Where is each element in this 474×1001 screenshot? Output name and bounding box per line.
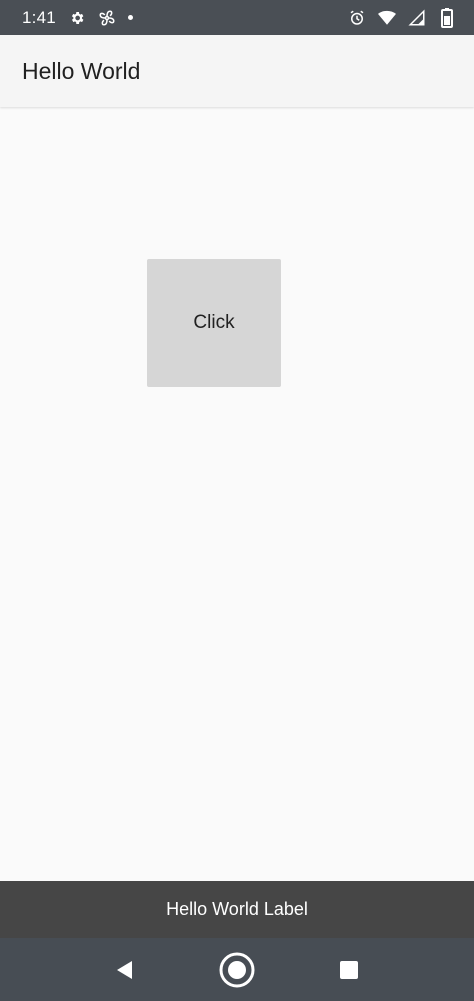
click-button-label: Click [193,312,235,333]
app-screen: 1:41 Hello World Click Hello World Label [0,0,474,1001]
wifi-icon [378,9,396,27]
page-title: Hello World [22,57,141,84]
notification-dot-icon [127,15,133,20]
back-icon [117,960,132,979]
app-bar: Hello World [0,35,474,107]
battery-icon [438,7,456,28]
status-bar-left: 1:41 [22,8,133,28]
hello-world-label: Hello World Label [166,899,308,919]
hello-world-label-bar: Hello World Label [0,881,474,938]
home-button[interactable] [207,938,267,1001]
navigation-bar [0,938,474,1001]
status-bar-right [348,7,456,28]
home-icon [219,952,255,987]
back-button[interactable] [94,938,154,1001]
recents-button[interactable] [319,938,379,1001]
cellular-signal-icon [408,8,426,27]
recents-icon [340,960,358,979]
alarm-icon [348,9,366,27]
status-time: 1:41 [22,7,56,27]
status-bar: 1:41 [0,0,474,35]
fan-icon [98,9,116,27]
settings-gear-icon [68,9,86,27]
click-button[interactable]: Click [147,259,281,387]
